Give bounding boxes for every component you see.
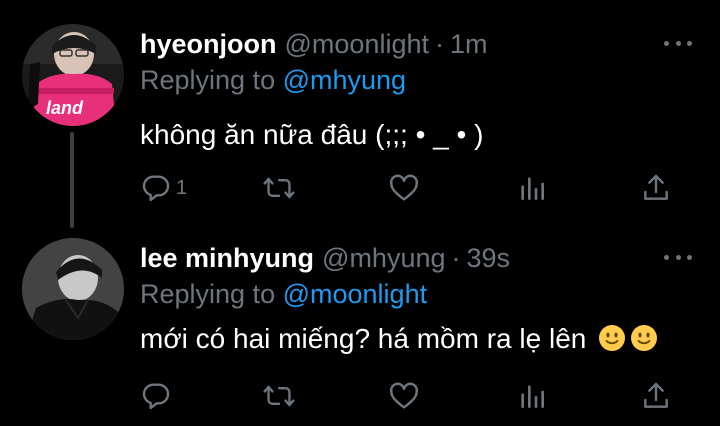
tweet-text-line: mới có hai miếng? há mồm ra lẹ lên — [140, 322, 658, 356]
heart-icon — [389, 382, 419, 409]
reply-count: 1 — [176, 176, 188, 199]
display-name[interactable]: lee minhyung — [140, 243, 314, 273]
tweet-actions: 1 — [140, 170, 680, 206]
separator-dot: · — [434, 29, 444, 59]
reply-icon — [142, 383, 170, 410]
reply-button[interactable] — [140, 378, 176, 414]
more-dot — [664, 40, 669, 46]
retweet-icon — [263, 385, 295, 407]
analytics-icon — [521, 177, 544, 200]
analytics-button[interactable] — [516, 378, 548, 414]
more-dot — [675, 40, 681, 46]
like-button[interactable] — [388, 170, 424, 206]
avatar-photo — [22, 238, 124, 340]
replying-to-prefix: Replying to — [140, 65, 276, 95]
reply-icon — [142, 175, 170, 202]
more-dot — [664, 254, 669, 260]
more-options-icon[interactable] — [664, 252, 692, 262]
replying-to-mention[interactable]: @mhyung — [283, 65, 406, 95]
tweet-header: lee minhyung @mhyung · 39s — [140, 242, 510, 274]
share-icon — [644, 174, 668, 200]
avatar-jersey-text: land — [46, 98, 84, 118]
tweet-actions — [140, 378, 680, 414]
slightly-smiling-face-icon — [631, 325, 658, 351]
tweet-text: không ăn nữa đâu (;;; • _ • ) — [140, 119, 484, 150]
retweet-button[interactable] — [262, 170, 300, 206]
timestamp[interactable]: 1m — [450, 29, 488, 59]
analytics-button[interactable] — [516, 170, 548, 206]
more-dot — [687, 254, 692, 260]
share-button[interactable] — [640, 170, 672, 206]
tweet-header: hyeonjoon @moonlight · 1m — [140, 28, 488, 60]
share-button[interactable] — [640, 378, 672, 414]
user-handle[interactable]: @moonlight — [285, 29, 429, 59]
replying-to-mention[interactable]: @moonlight — [283, 279, 427, 309]
replying-to-line: Replying to @mhyung — [140, 64, 406, 96]
display-name[interactable]: hyeonjoon — [140, 29, 277, 59]
separator-dot: · — [451, 243, 461, 273]
tweet-reply-1[interactable]: land hyeonjoon @moonlight · 1m Replying to … — [0, 0, 720, 228]
more-dot — [687, 40, 692, 46]
avatar-photo: land — [22, 24, 124, 126]
retweet-icon — [263, 177, 295, 199]
slightly-smiling-face-icon — [599, 325, 626, 351]
avatar-hyeonjoon[interactable]: land — [22, 24, 124, 126]
heart-icon — [389, 174, 419, 201]
more-dot — [675, 254, 681, 260]
retweet-button[interactable] — [262, 378, 300, 414]
replying-to-prefix: Replying to — [140, 279, 276, 309]
timestamp[interactable]: 39s — [467, 243, 511, 273]
tweet-reply-2[interactable]: lee minhyung @mhyung · 39s Replying to @moo… — [0, 216, 720, 426]
thread-connector-line — [70, 132, 74, 228]
user-handle[interactable]: @mhyung — [322, 243, 445, 273]
replying-to-line: Replying to @moonlight — [140, 278, 427, 310]
avatar-lee-minhyung[interactable] — [22, 238, 124, 340]
share-icon — [644, 382, 668, 408]
analytics-icon — [521, 385, 544, 408]
more-options-icon[interactable] — [664, 38, 692, 48]
like-button[interactable] — [388, 378, 424, 414]
tweet-text: mới có hai miếng? há mồm ra lẹ lên — [140, 323, 587, 354]
reply-button[interactable]: 1 — [140, 170, 187, 206]
